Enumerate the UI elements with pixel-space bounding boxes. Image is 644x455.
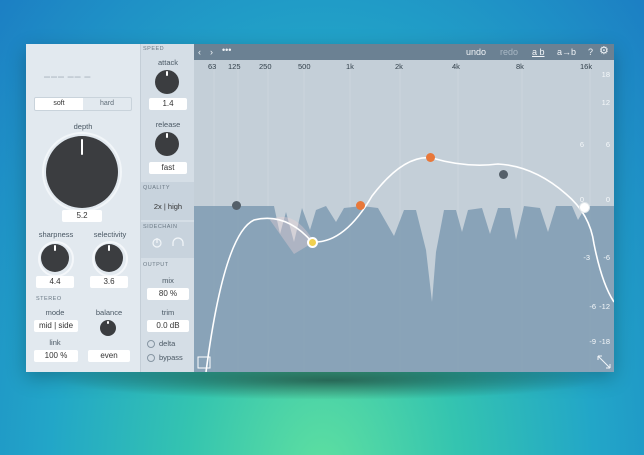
sharpness-label: sharpness [38, 230, 74, 239]
band-node-5[interactable] [499, 170, 508, 179]
freq-label: 250 [259, 62, 272, 71]
sidechain-icons [152, 237, 184, 248]
quality-section-title: QUALITY [143, 185, 171, 191]
link-value[interactable]: 100 % [34, 350, 78, 362]
soft-hard-toggle[interactable]: soft hard [34, 97, 132, 111]
band-node-2[interactable] [307, 237, 318, 248]
stereo-mode-value[interactable]: mid | side [34, 320, 78, 332]
db-label: 12 [601, 98, 610, 107]
freq-label: 2k [395, 62, 403, 71]
depth-label: depth [73, 122, 93, 131]
sidechain-section-title: SIDECHAIN [143, 224, 178, 230]
db-label: -12 [599, 302, 610, 311]
mix-value[interactable]: 80 % [147, 288, 189, 300]
left-panel: ▬▬▬ ▬▬ ▬ soft hard depth 5.2 sharpness 4… [26, 44, 140, 372]
freq-label: 8k [516, 62, 524, 71]
plugin-window: ▬▬▬ ▬▬ ▬ soft hard depth 5.2 sharpness 4… [26, 44, 614, 372]
release-label: release [155, 120, 181, 129]
trim-value[interactable]: 0.0 dB [147, 320, 189, 332]
band-node-4[interactable] [426, 153, 435, 162]
drop-shadow [60, 372, 600, 400]
depth-value[interactable]: 5.2 [62, 210, 102, 222]
eq-graph[interactable]: ‹ › ••• undo redo a b a→b ? ⚙ 63 125 250… [194, 44, 614, 372]
sharpness-knob[interactable] [41, 244, 69, 272]
stereo-section-title: STEREO [36, 296, 62, 302]
trim-label: trim [161, 308, 175, 317]
freq-label: 500 [298, 62, 311, 71]
selectivity-label: selectivity [93, 230, 127, 239]
band-node-1[interactable] [232, 201, 241, 210]
freq-label: 1k [346, 62, 354, 71]
delta-radio[interactable] [147, 340, 155, 348]
output-section-title: OUTPUT [143, 262, 169, 268]
attack-value[interactable]: 1.4 [149, 98, 187, 110]
spectrum-fill [194, 206, 614, 372]
delta-label: delta [159, 339, 176, 348]
freq-label: 125 [228, 62, 241, 71]
depth-knob[interactable] [46, 136, 118, 208]
balance-knob[interactable] [100, 320, 116, 336]
db-label: 0 [605, 195, 610, 204]
bypass-radio[interactable] [147, 354, 155, 362]
freq-label: 16k [580, 62, 593, 71]
db-label: -6 [603, 253, 610, 262]
attack-label: attack [157, 58, 178, 67]
headphones-icon[interactable] [172, 237, 184, 246]
db-inner-label: 0 [579, 195, 584, 204]
db-inner-label: -9 [589, 337, 596, 346]
db-label: 6 [605, 140, 610, 149]
soft-option[interactable]: soft [35, 98, 83, 110]
selectivity-value[interactable]: 3.6 [90, 276, 128, 288]
db-inner-label: -3 [583, 253, 590, 262]
attack-knob[interactable] [155, 70, 179, 94]
release-value[interactable]: fast [149, 162, 187, 174]
db-label: 18 [601, 70, 610, 79]
freq-label: 63 [208, 62, 217, 71]
db-inner-label: 6 [579, 140, 584, 149]
middle-panel: SPEED attack 1.4 release fast QUALITY 2x… [140, 44, 195, 372]
power-icon[interactable] [152, 238, 162, 248]
db-inner-label: -6 [589, 302, 596, 311]
selectivity-knob[interactable] [95, 244, 123, 272]
balance-label: balance [95, 308, 123, 317]
freq-label: 4k [452, 62, 460, 71]
quality-value[interactable]: 2x | high [141, 202, 195, 211]
release-knob[interactable] [155, 132, 179, 156]
sharpness-value[interactable]: 4.4 [36, 276, 74, 288]
link-label: link [49, 338, 61, 347]
mix-label: mix [162, 276, 174, 285]
bypass-label: bypass [159, 353, 183, 362]
brand-logo: ▬▬▬ ▬▬ ▬ [44, 74, 92, 80]
band-node-3[interactable] [356, 201, 365, 210]
stereo-mode-label: mode [45, 308, 65, 317]
balance-value[interactable]: even [88, 350, 130, 362]
graph-canvas [194, 60, 614, 372]
speed-section-title: SPEED [143, 46, 165, 52]
hard-option[interactable]: hard [83, 98, 131, 110]
db-label: -18 [599, 337, 610, 346]
